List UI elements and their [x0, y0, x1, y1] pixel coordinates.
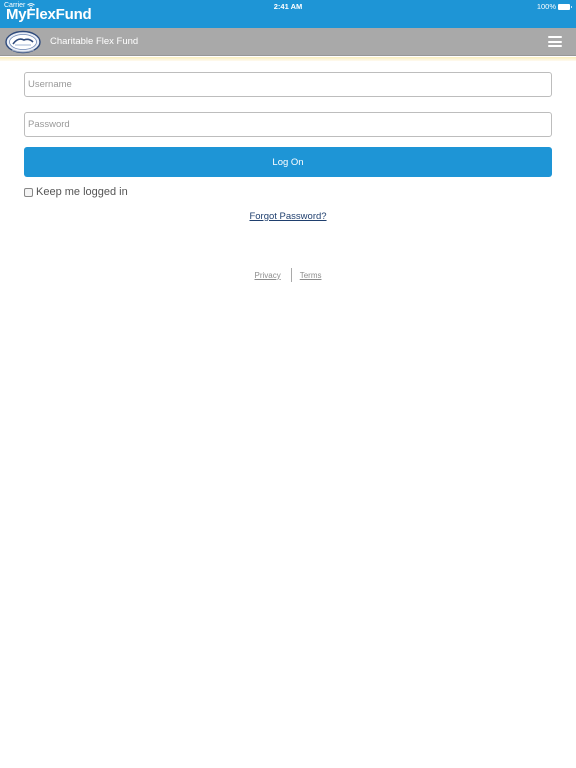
status-time: 2:41 AM	[273, 2, 303, 11]
log-on-button[interactable]: Log On	[24, 147, 552, 177]
battery-icon	[558, 3, 572, 10]
battery-indicator: 100%	[537, 2, 572, 11]
forgot-password-row: Forgot Password?	[0, 211, 576, 222]
username-input[interactable]	[24, 72, 552, 97]
fund-logo-icon	[5, 30, 41, 54]
footer-divider	[290, 268, 292, 282]
status-bar: Carrier MyFlexFund 2:41 AM 100%	[0, 0, 576, 28]
site-header: Charitable Flex Fund	[0, 28, 576, 56]
terms-link[interactable]: Terms	[300, 271, 322, 280]
keep-logged-in-label[interactable]: Keep me logged in	[36, 186, 128, 198]
keep-logged-in-row[interactable]: Keep me logged in	[24, 186, 128, 198]
password-input[interactable]	[24, 112, 552, 137]
hamburger-menu-icon[interactable]	[548, 36, 562, 48]
keep-logged-in-checkbox[interactable]	[24, 187, 33, 197]
privacy-link[interactable]: Privacy	[254, 271, 280, 280]
organization-name: Charitable Flex Fund	[50, 36, 139, 47]
battery-percent: 100%	[536, 2, 556, 11]
header-accent-strip	[0, 57, 576, 61]
footer-links: Privacy Terms	[0, 268, 576, 282]
forgot-password-link[interactable]: Forgot Password?	[249, 211, 326, 222]
